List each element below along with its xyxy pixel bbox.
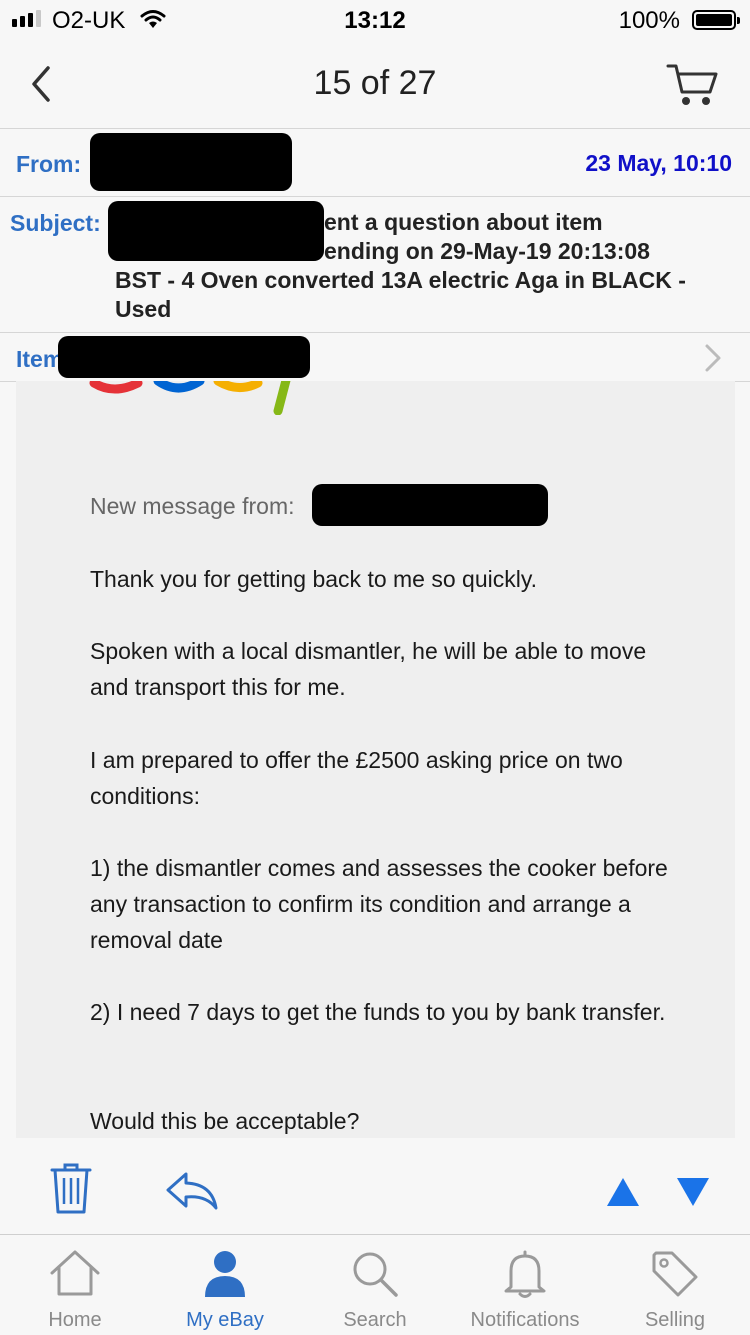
redacted-sender-name — [312, 484, 548, 526]
message-paragraph: 2) I need 7 days to get the funds to you… — [90, 999, 666, 1025]
battery-percentage: 100% — [618, 7, 680, 34]
subject-line: ending on 29-May-19 20:13:08 — [324, 238, 650, 264]
message-action-toolbar — [0, 1138, 750, 1234]
message-position-title: 15 of 27 — [313, 64, 437, 102]
tab-label: Home — [48, 1309, 102, 1331]
tab-label: Search — [343, 1309, 407, 1331]
subject-row: Subject: ent a question about item endin… — [0, 197, 750, 333]
trash-icon[interactable] — [50, 1162, 92, 1221]
navigation-bar: 15 of 27 — [0, 40, 750, 129]
redacted-sender — [90, 133, 292, 191]
tab-label: Selling — [644, 1309, 706, 1331]
battery-icon — [692, 10, 740, 30]
message-paragraph: Spoken with a local dismantler, he will … — [90, 638, 647, 700]
tab-my-ebay[interactable]: My eBay — [150, 1235, 300, 1335]
subject-label: Subject: — [10, 210, 101, 236]
message-paragraph: Would this be acceptable? — [90, 1108, 360, 1134]
redacted-subject-part — [108, 201, 324, 261]
message-date: 23 May, 10:10 — [585, 150, 732, 176]
status-bar: O2-UK 13:12 100% — [0, 0, 750, 40]
next-message-down-icon[interactable] — [675, 1176, 711, 1213]
subject-line: BST - 4 Oven converted 13A electric Aga … — [115, 267, 686, 293]
ebay-logo-icon — [88, 381, 328, 420]
tab-label: Notifications — [470, 1309, 580, 1331]
previous-message-up-icon[interactable] — [605, 1176, 641, 1213]
redacted-item — [58, 336, 310, 378]
from-label: From: — [16, 151, 82, 177]
item-row[interactable]: Item — [0, 333, 750, 382]
subject-line: Used — [115, 296, 172, 322]
message-body: New message from: Thank you for getting … — [16, 381, 735, 1138]
new-message-from-label: New message from: — [90, 493, 295, 519]
tab-home[interactable]: Home — [0, 1235, 150, 1335]
cart-icon[interactable] — [666, 62, 720, 113]
message-paragraph: Thank you for getting back to me so quic… — [90, 566, 538, 592]
message-paragraph: I am prepared to offer the £2500 asking … — [90, 747, 623, 809]
chevron-right-icon — [704, 343, 722, 378]
message-paragraph: 1) the dismantler comes and assesses the… — [90, 855, 668, 953]
tab-selling[interactable]: Selling — [600, 1235, 750, 1335]
from-row: From: 23 May, 10:10 — [0, 129, 750, 197]
item-label: Item — [16, 346, 64, 372]
subject-line: ent a question about item — [324, 209, 603, 235]
tab-search[interactable]: Search — [300, 1235, 450, 1335]
tab-notifications[interactable]: Notifications — [450, 1235, 600, 1335]
tab-label: My eBay — [186, 1309, 264, 1331]
reply-icon[interactable] — [164, 1170, 220, 1217]
bottom-tab-bar: Home My eBay Search Notifications Sellin… — [0, 1234, 750, 1335]
